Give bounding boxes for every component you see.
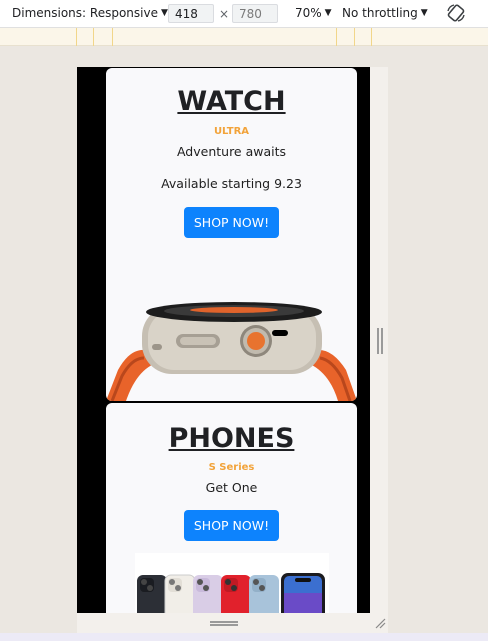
- phones-tagline: Get One: [205, 480, 258, 495]
- width-input[interactable]: [168, 4, 214, 23]
- watch-product-image: [106, 302, 357, 401]
- phones-title: PHONES: [168, 423, 295, 454]
- watch-title: WATCH: [177, 86, 286, 117]
- zoom-label: 70%: [295, 6, 322, 20]
- watch-availability: Available starting 9.23: [161, 176, 302, 191]
- caret-down-icon: ▼: [324, 8, 332, 18]
- zoom-dropdown[interactable]: 70% ▼: [295, 6, 332, 20]
- bottom-resize-handle[interactable]: [210, 621, 238, 626]
- corner-resize-icon[interactable]: [374, 617, 386, 629]
- watch-card: WATCH ULTRA Adventure awaits Available s…: [106, 68, 357, 401]
- media-query-bar[interactable]: [0, 28, 488, 46]
- rotate-icon[interactable]: [445, 2, 467, 24]
- dimensions-dropdown[interactable]: Dimensions: Responsive ▼: [12, 6, 168, 20]
- dimensions-label: Dimensions: Responsive: [12, 6, 158, 20]
- throttling-label: No throttling: [342, 6, 418, 20]
- page-bottom-strip: [0, 633, 488, 641]
- side-resize-handle[interactable]: [377, 328, 383, 354]
- phones-shop-button[interactable]: SHOP NOW!: [183, 510, 280, 541]
- phones-product-image: [135, 553, 329, 613]
- phones-card: PHONES S Series Get One SHOP NOW!: [106, 403, 357, 613]
- device-toolbar: Dimensions: Responsive ▼ × 70% ▼ No thro…: [0, 0, 488, 28]
- watch-shop-button[interactable]: SHOP NOW!: [183, 207, 280, 238]
- device-viewport: WATCH ULTRA Adventure awaits Available s…: [77, 67, 370, 613]
- caret-down-icon: ▼: [420, 8, 428, 18]
- times-icon: ×: [219, 7, 230, 21]
- watch-subtitle: ULTRA: [213, 126, 250, 137]
- height-input[interactable]: [232, 4, 278, 23]
- phones-subtitle: S Series: [208, 462, 255, 473]
- caret-down-icon: ▼: [160, 8, 168, 18]
- throttling-dropdown[interactable]: No throttling ▼: [342, 6, 428, 20]
- watch-tagline: Adventure awaits: [176, 144, 287, 159]
